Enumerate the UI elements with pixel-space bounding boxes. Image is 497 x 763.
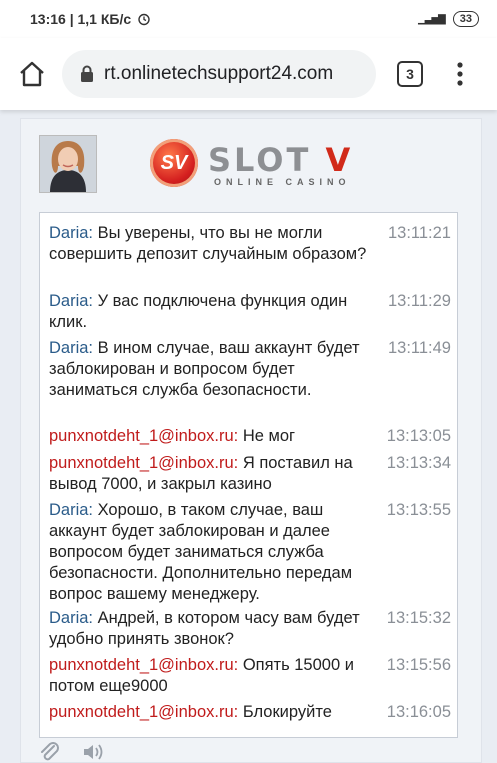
message-time: 13:11:29 [387,292,451,310]
logo-brand-v: V [325,141,354,179]
chat-toolbar [39,742,105,762]
message-text: В ином случае, ваш аккаунт будет заблоки… [49,339,360,399]
url-text: rt.onlinetechsupport24.com [104,63,334,84]
message: Daria: Хорошо, в таком случае, ваш аккау… [49,500,451,605]
message-text: У вас подключена функция один клик. [49,292,348,331]
message-text: Вы уверены, что вы не могли совершить де… [49,224,367,263]
message-time: 13:11:21 [387,224,451,242]
status-bar: 13:16 | 1,1 КБ/с ▁▃▅▇ 33 [0,0,497,38]
message-sender: Daria: [49,609,94,627]
signal-icon: ▁▃▅▇ [417,13,446,25]
message-sender: Daria: [49,292,94,310]
message: Daria: Андрей, в котором часу вам будет … [49,608,451,650]
sound-icon[interactable] [81,742,105,762]
message: punxnotdeht_1@inbox.ru: Блокируйте 13:16… [49,702,451,723]
logo-brand: SLOT V [208,141,353,179]
slot-v-logo: SV SLOT V ONLINE CASINO [150,135,360,193]
status-time: 13:16 | 1,1 КБ/с [30,11,132,27]
logo-badge: SV [150,139,198,187]
logo-brand-main: SLOT [208,141,312,179]
battery-icon: 33 [452,11,479,27]
message: punxnotdeht_1@inbox.ru: Опять 15000 и по… [49,655,451,697]
message-time: 13:13:34 [386,454,451,472]
logo-tagline: ONLINE CASINO [214,177,351,187]
message-time: 13:16:05 [386,703,451,721]
message-sender: Daria: [49,339,94,357]
alarm-icon [138,13,150,26]
agent-avatar [39,135,97,193]
url-bar[interactable]: rt.onlinetechsupport24.com [62,50,376,98]
tab-switcher-button[interactable]: 3 [397,61,423,87]
message-text: Блокируйте [242,703,332,721]
home-icon[interactable] [18,60,46,88]
message-list[interactable]: Daria: Вы уверены, что вы не могли совер… [39,212,458,738]
message: Daria: В ином случае, ваш аккаунт будет … [49,338,451,401]
message-text: Андрей, в котором часу вам будет удобно … [49,609,360,648]
message: punxnotdeht_1@inbox.ru: Я поставил на вы… [49,453,451,495]
message-sender: punxnotdeht_1@inbox.ru: [49,427,239,445]
message-time: 13:11:49 [387,339,451,357]
message: Daria: У вас подключена функция один кли… [49,291,451,333]
agent-photo [40,136,96,192]
lock-icon [81,65,93,82]
message-sender: Daria: [49,501,94,519]
message-time: 13:13:55 [386,501,451,519]
message-sender: Daria: [49,224,94,242]
message-time: 13:15:56 [386,656,451,674]
message-sender: punxnotdeht_1@inbox.ru: [49,703,239,721]
message-time: 13:15:32 [386,609,451,627]
message-time: 13:13:05 [386,427,451,445]
message: punxnotdeht_1@inbox.ru: Не мог 13:13:05 [49,426,451,447]
browser-toolbar: rt.onlinetechsupport24.com 3 [0,38,497,110]
message-sender: punxnotdeht_1@inbox.ru: [49,454,239,472]
paperclip-icon[interactable] [39,742,61,762]
message-text: Хорошо, в таком случае, ваш аккаунт буде… [49,501,353,603]
message: Daria: Вы уверены, что вы не могли совер… [49,223,451,265]
message-text: Не мог [242,427,296,445]
more-menu-icon[interactable] [452,60,468,88]
message-sender: punxnotdeht_1@inbox.ru: [49,656,239,674]
